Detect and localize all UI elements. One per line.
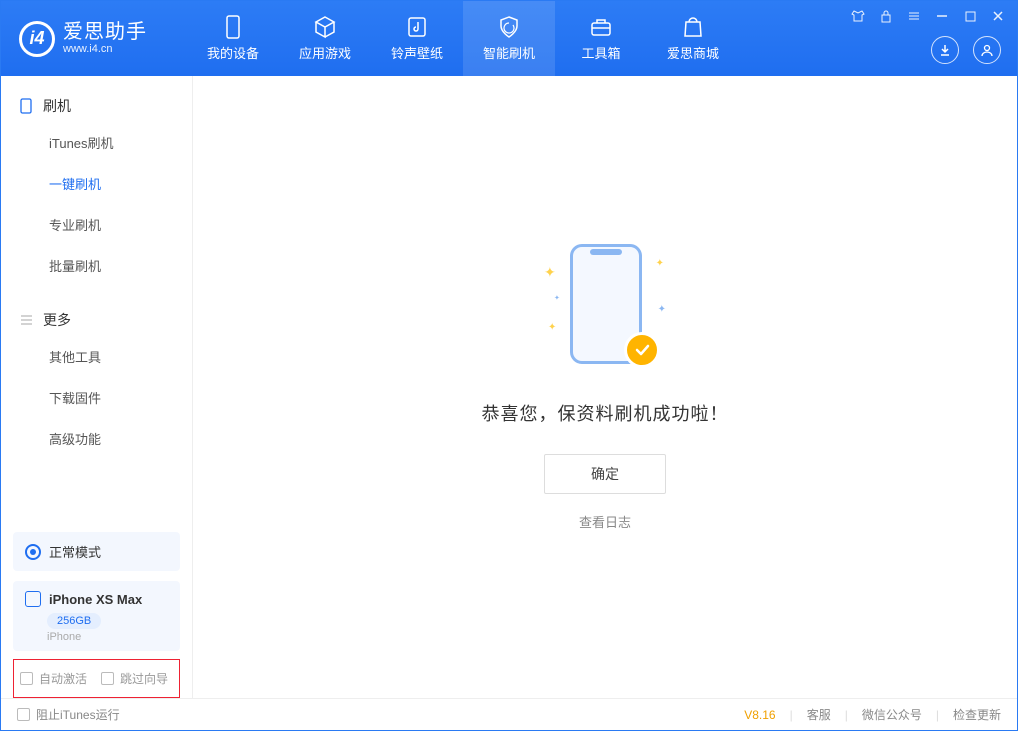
download-button[interactable] — [931, 36, 959, 64]
nav-toolbox[interactable]: 工具箱 — [555, 1, 647, 76]
link-check-update[interactable]: 检查更新 — [953, 706, 1001, 723]
checkbox-icon — [20, 672, 33, 685]
flash-options-highlighted: 自动激活 跳过向导 — [13, 659, 180, 698]
sidebar: 刷机 iTunes刷机 一键刷机 专业刷机 批量刷机 更多 其他工具 下载固件 … — [1, 76, 193, 698]
phone-notch-icon — [590, 249, 622, 255]
nav-label: 应用游戏 — [299, 43, 351, 62]
sidebar-heading-flash: 刷机 — [1, 90, 192, 122]
nav-ringtone-wallpaper[interactable]: 铃声壁纸 — [371, 1, 463, 76]
device-icon — [221, 15, 245, 39]
top-nav: 我的设备 应用游戏 铃声壁纸 智能刷机 工具箱 爱思商城 — [187, 1, 739, 76]
sidebar-section-more: 更多 其他工具 下载固件 高级功能 — [1, 290, 192, 463]
device-icon — [25, 591, 41, 607]
checkbox-label: 自动激活 — [39, 670, 87, 687]
sidebar-heading-label: 更多 — [43, 310, 71, 330]
body: 刷机 iTunes刷机 一键刷机 专业刷机 批量刷机 更多 其他工具 下载固件 … — [1, 76, 1017, 698]
sidebar-heading-label: 刷机 — [43, 96, 71, 116]
sidebar-item-batch-flash[interactable]: 批量刷机 — [1, 245, 192, 286]
music-icon — [405, 15, 429, 39]
phone-icon — [19, 99, 33, 113]
logo-icon: i4 — [19, 21, 55, 57]
storage-badge: 256GB — [47, 613, 101, 629]
status-bar: 阻止iTunes运行 V8.16 | 客服 | 微信公众号 | 检查更新 — [1, 698, 1017, 730]
nav-label: 智能刷机 — [483, 43, 535, 62]
close-button[interactable] — [989, 7, 1007, 25]
nav-my-device[interactable]: 我的设备 — [187, 1, 279, 76]
main-content: ✦ ✦ ✦ ✦ ✦ 恭喜您，保资料刷机成功啦！ 确定 查看日志 — [193, 76, 1017, 698]
nav-label: 铃声壁纸 — [391, 43, 443, 62]
success-check-icon — [624, 332, 660, 368]
app-url: www.i4.cn — [63, 43, 147, 55]
header: i4 爱思助手 www.i4.cn 我的设备 应用游戏 铃声壁纸 智能刷机 — [1, 1, 1017, 76]
sidebar-heading-more: 更多 — [1, 304, 192, 336]
mode-icon — [25, 544, 41, 560]
checkbox-icon — [101, 672, 114, 685]
mode-box[interactable]: 正常模式 — [13, 532, 180, 571]
sidebar-item-oneclick-flash[interactable]: 一键刷机 — [1, 163, 192, 204]
sidebar-item-download-firmware[interactable]: 下载固件 — [1, 377, 192, 418]
nav-smart-flash[interactable]: 智能刷机 — [463, 1, 555, 76]
checkbox-label: 跳过向导 — [120, 670, 168, 687]
header-action-icons — [931, 36, 1001, 64]
sparkle-icon: ✦ — [658, 304, 666, 315]
sidebar-item-other-tools[interactable]: 其他工具 — [1, 336, 192, 377]
sparkle-icon: ✦ — [544, 264, 556, 281]
sparkle-icon: ✦ — [656, 258, 664, 269]
lock-icon[interactable] — [877, 7, 895, 25]
maximize-button[interactable] — [961, 7, 979, 25]
app-window: i4 爱思助手 www.i4.cn 我的设备 应用游戏 铃声壁纸 智能刷机 — [0, 0, 1018, 731]
app-name: 爱思助手 — [63, 21, 147, 43]
sparkle-icon: ✦ — [548, 322, 556, 333]
user-button[interactable] — [973, 36, 1001, 64]
nav-label: 爱思商城 — [667, 43, 719, 62]
nav-label: 我的设备 — [207, 43, 259, 62]
cube-icon — [313, 15, 337, 39]
nav-apps-games[interactable]: 应用游戏 — [279, 1, 371, 76]
app-logo: i4 爱思助手 www.i4.cn — [19, 21, 147, 57]
ok-button[interactable]: 确定 — [544, 454, 666, 494]
bag-icon — [681, 15, 705, 39]
checkbox-skip-guide[interactable]: 跳过向导 — [101, 670, 168, 687]
nav-store[interactable]: 爱思商城 — [647, 1, 739, 76]
sidebar-item-advanced[interactable]: 高级功能 — [1, 418, 192, 459]
minimize-button[interactable] — [933, 7, 951, 25]
sidebar-item-pro-flash[interactable]: 专业刷机 — [1, 204, 192, 245]
sparkle-icon: ✦ — [554, 294, 560, 302]
link-wechat[interactable]: 微信公众号 — [862, 706, 922, 723]
device-name: iPhone XS Max — [49, 592, 142, 607]
shield-icon — [497, 15, 521, 39]
link-customer-service[interactable]: 客服 — [807, 706, 831, 723]
mode-label: 正常模式 — [49, 542, 101, 561]
toolbox-icon — [589, 15, 613, 39]
view-log-link[interactable]: 查看日志 — [579, 512, 631, 531]
checkbox-label: 阻止iTunes运行 — [36, 706, 120, 723]
device-type: iPhone — [47, 631, 168, 643]
shirt-icon[interactable] — [849, 7, 867, 25]
window-controls — [849, 7, 1007, 25]
success-message: 恭喜您，保资料刷机成功啦！ — [482, 400, 729, 426]
device-box[interactable]: iPhone XS Max 256GB iPhone — [13, 581, 180, 651]
nav-label: 工具箱 — [581, 43, 620, 62]
version-label: V8.16 — [744, 708, 775, 722]
success-illustration: ✦ ✦ ✦ ✦ ✦ — [550, 244, 660, 374]
sidebar-item-itunes-flash[interactable]: iTunes刷机 — [1, 122, 192, 163]
sidebar-section-flash: 刷机 iTunes刷机 一键刷机 专业刷机 批量刷机 — [1, 76, 192, 290]
checkbox-auto-activate[interactable]: 自动激活 — [20, 670, 87, 687]
menu-icon[interactable] — [905, 7, 923, 25]
list-icon — [19, 313, 33, 327]
checkbox-block-itunes[interactable]: 阻止iTunes运行 — [17, 706, 120, 723]
checkbox-icon — [17, 708, 30, 721]
